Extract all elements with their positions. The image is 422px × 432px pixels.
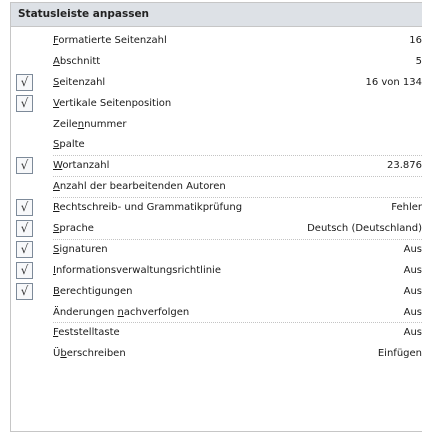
checkmark-icon: √ [16,199,33,217]
status-bar-context-menu: Statusleiste anpassen Formatierte Seiten… [10,2,422,432]
menu-item-value: 16 von 134 [365,76,422,88]
menu-item-value: Aus [403,285,422,297]
checkmark-icon: √ [16,73,33,91]
menu-item[interactable]: Änderungen nachverfolgen Aus [11,303,422,324]
menu-item-label: Spalte [53,139,85,151]
menu-item-value: Aus [403,306,422,318]
menu-item-value: Einfügen [377,348,422,360]
menu-item[interactable]: √ Vertikale Seitenposition [11,94,422,115]
menu-header: Statusleiste anpassen [11,3,422,27]
menu-items: Formatierte Seitenzahl 16 Abschnitt 5 √ Seite… [11,31,422,365]
menu-item[interactable]: √ Signaturen Aus [11,240,422,261]
menu-item-label: Überschreiben [53,348,126,360]
menu-item-label: Formatierte Seitenzahl [53,35,167,46]
menu-item-value: 16 [409,35,422,46]
menu-item[interactable]: √ Rechtschreib- und Grammatikprüfung Fehle… [11,198,422,219]
checkmark-icon: √ [16,94,33,112]
checkmark-icon: √ [16,261,33,279]
menu-item-label: Anzahl der bearbeitenden Autoren [53,181,226,193]
menu-item[interactable]: Feststelltaste Aus [11,323,422,344]
menu-item-label: Sprache [53,223,94,235]
menu-item-value: Fehler [391,202,422,214]
menu-item[interactable]: Spalte [11,135,422,157]
menu-item[interactable]: √ Sprache Deutsch (Deutschland) [11,219,422,240]
menu-item-label: Seitenzahl [53,76,106,88]
menu-item-value: 5 [415,55,422,67]
menu-item-label: Rechtschreib- und Grammatikprüfung [53,202,243,214]
menu-item[interactable]: Formatierte Seitenzahl 16 [11,31,422,52]
menu-item[interactable]: √ Wortanzahl 23.876 [11,156,422,178]
menu-item-label: Signaturen [53,243,108,255]
checkmark-icon: √ [16,282,33,300]
menu-item-label: Änderungen nachverfolgen [53,306,190,318]
menu-item-label: Vertikale Seitenposition [53,97,172,109]
checkmark-icon: √ [16,220,33,238]
menu-item-label: Abschnitt [53,55,101,67]
menu-item-value: Aus [403,327,422,339]
menu-item[interactable]: √ Seitenzahl 16 von 134 [11,73,422,94]
menu-title: Statusleiste anpassen [18,8,150,20]
menu-item-label: Berechtigungen [53,285,133,297]
menu-item[interactable]: √ Informationsverwaltungsrichtlinie Aus [11,261,422,282]
checkmark-icon: √ [16,240,33,258]
menu-item[interactable]: Anzahl der bearbeitenden Autoren [11,177,422,199]
checkmark-icon: √ [16,157,33,175]
menu-item-label: Feststelltaste [53,327,120,339]
menu-item[interactable]: Zeilennummer [11,115,422,136]
menu-item-value: 23.876 [387,160,422,172]
menu-item-label: Informationsverwaltungsrichtlinie [53,264,221,276]
menu-item-value: Aus [403,243,422,255]
menu-item-value: Aus [403,264,422,276]
menu-item-value: Deutsch (Deutschland) [307,223,422,235]
menu-item[interactable]: √ Berechtigungen Aus [11,282,422,303]
menu-item-label: Wortanzahl [53,160,110,172]
menu-item-label: Zeilennummer [53,118,127,130]
menu-item[interactable]: Abschnitt 5 [11,52,422,73]
menu-item[interactable]: Überschreiben Einfügen [11,344,422,365]
